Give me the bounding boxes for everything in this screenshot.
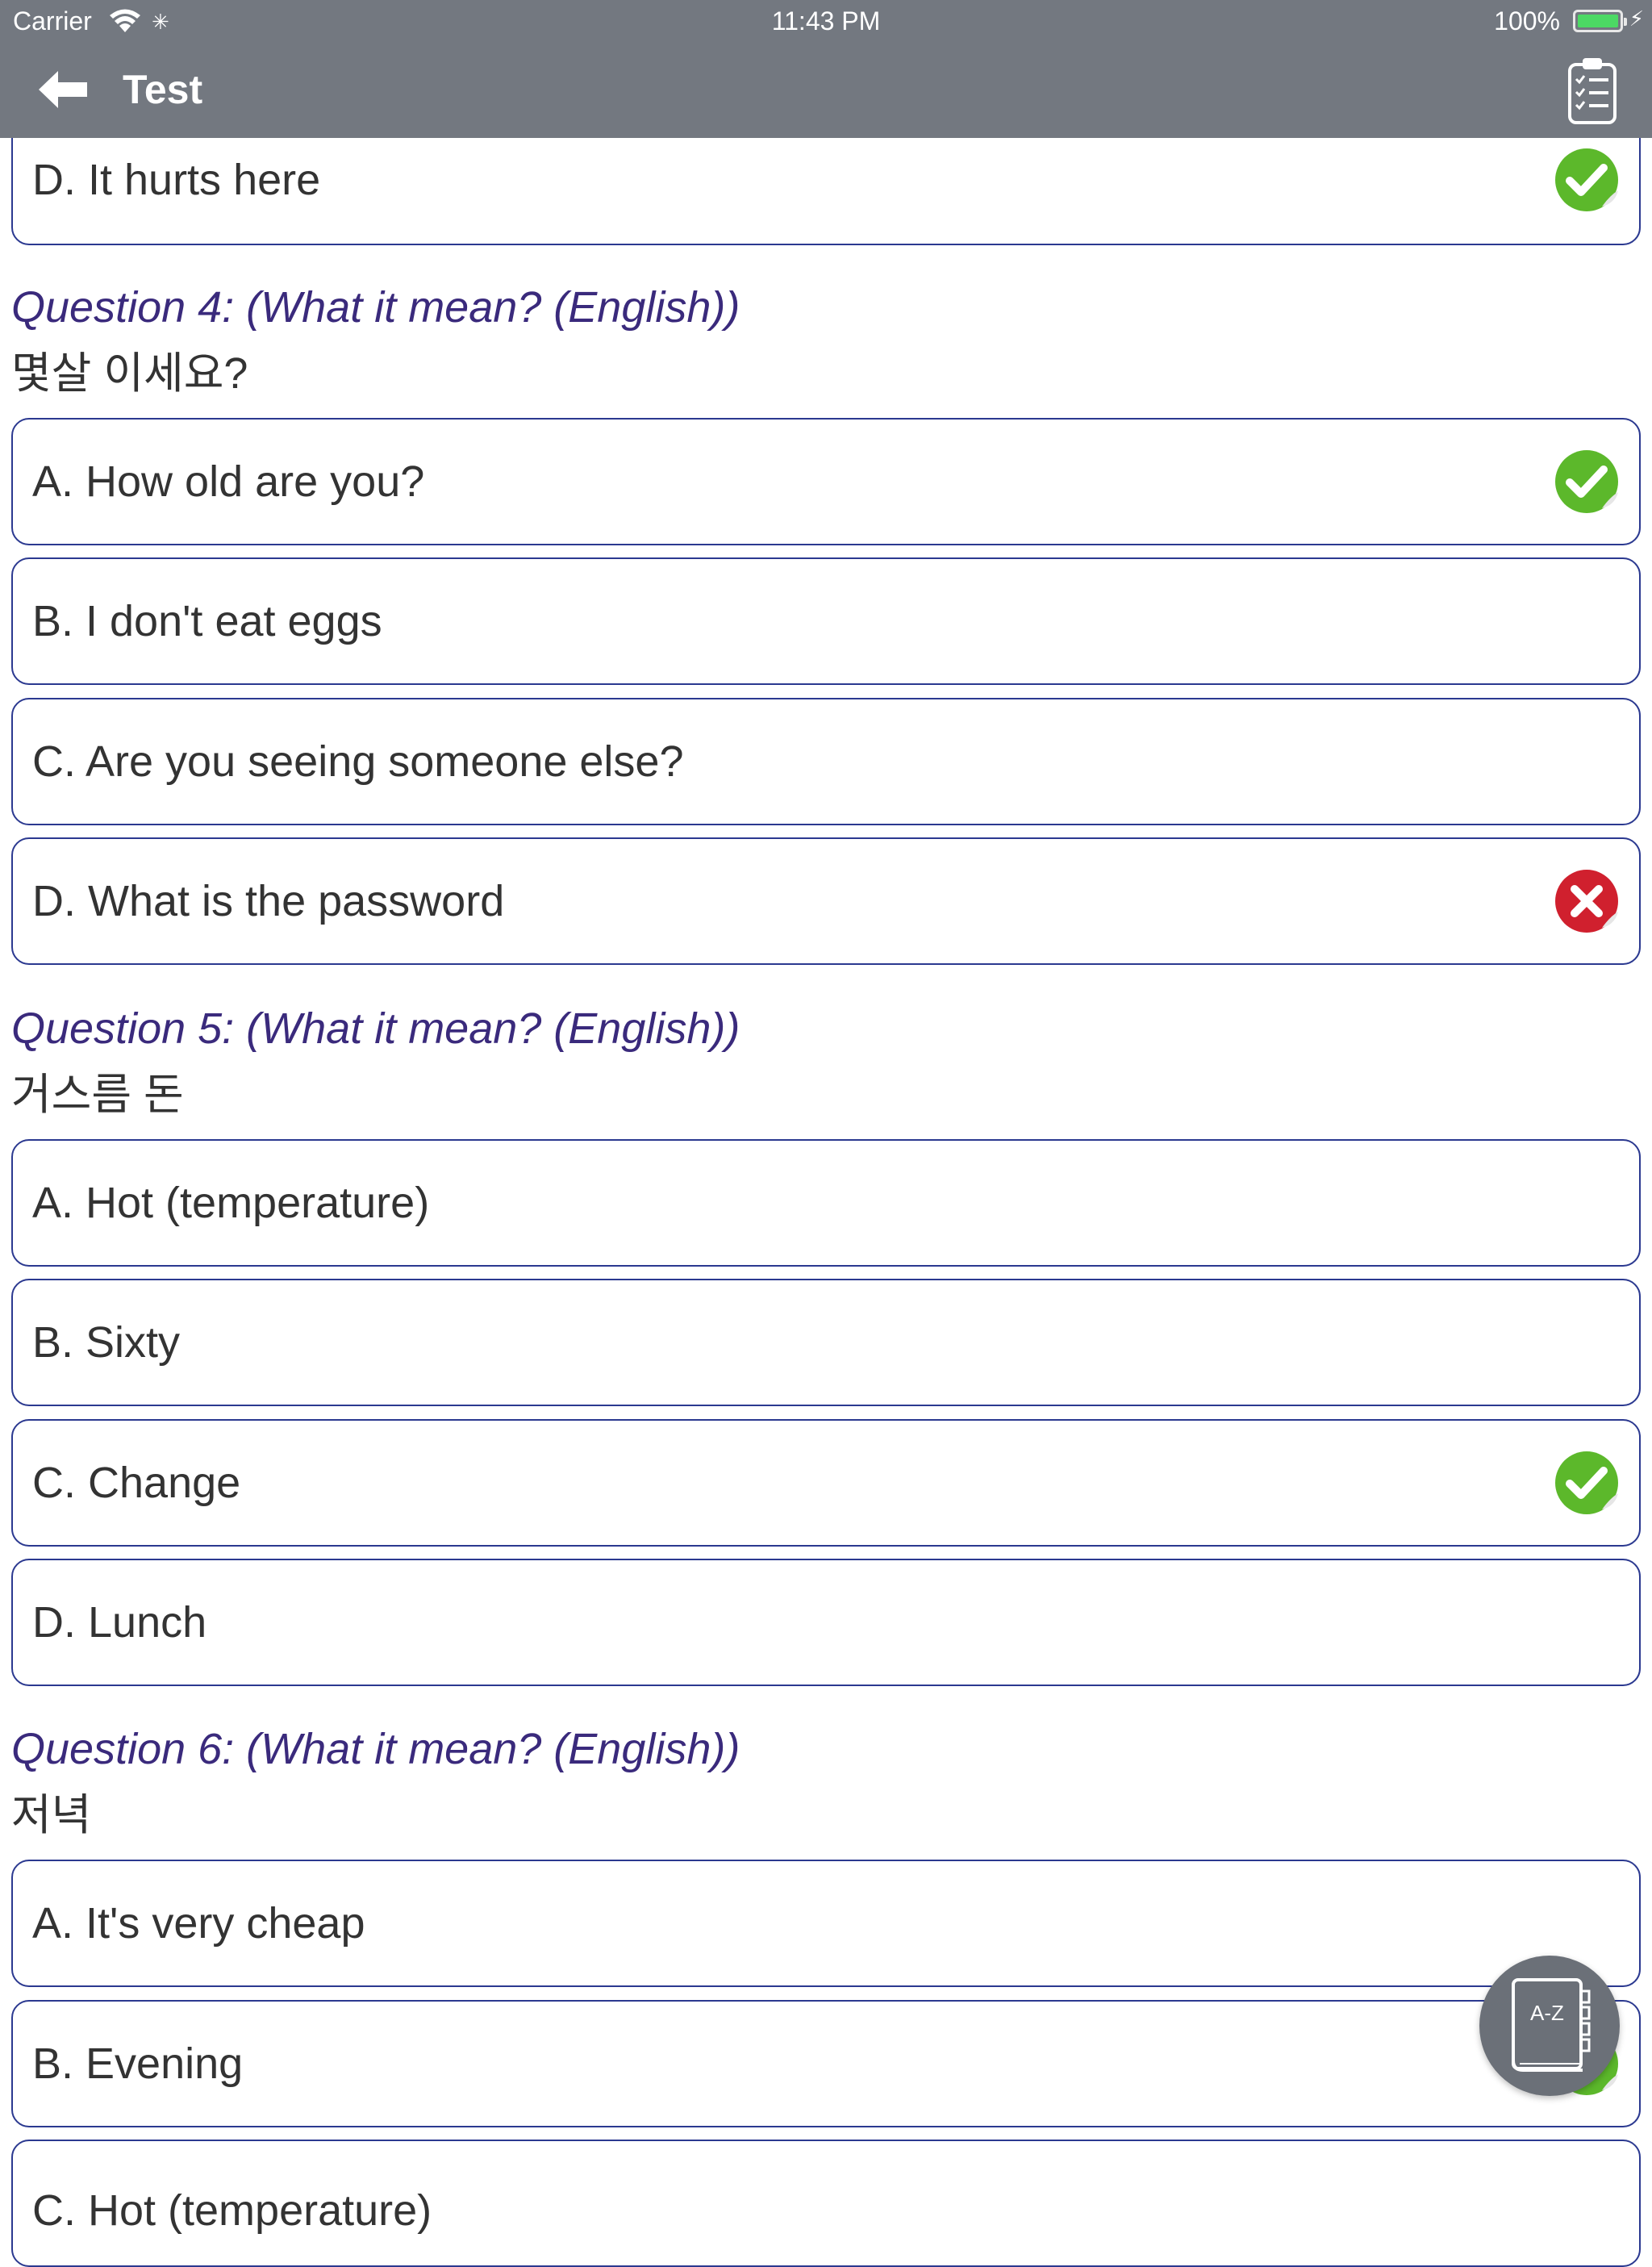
answer-label: B. Evening [32, 2039, 244, 2088]
answer-label: A. It's very cheap [32, 1899, 365, 1948]
answer-label: A. How old are you? [32, 457, 425, 506]
answer-option[interactable]: D. What is the password [11, 837, 1641, 965]
answer-option[interactable]: D. Lunch [11, 1559, 1641, 1686]
clock: 11:43 PM [771, 6, 881, 35]
question-prompt: 거스름 돈 [11, 1071, 184, 1119]
answer-option[interactable]: B. I don't eat eggs [11, 557, 1641, 685]
dictionary-button[interactable]: A-Z [1479, 1956, 1620, 2096]
answer-label: D. What is the password [32, 877, 505, 925]
question-prompt: 저녁 [11, 1791, 92, 1839]
answer-label: A. Hot (temperature) [32, 1179, 430, 1227]
answer-label: C. Are you seeing someone else? [32, 737, 684, 786]
answer-label: D. It hurts here [32, 156, 321, 204]
answer-option[interactable]: B. Evening [11, 2000, 1641, 2127]
answer-label: D. Lunch [32, 1598, 207, 1647]
question-title: Question 6: (What it mean? (English)) [11, 1725, 740, 1773]
question-title: Question 4: (What it mean? (English)) [11, 283, 740, 332]
answer-option[interactable]: A. Hot (temperature) [11, 1139, 1641, 1267]
answer-option[interactable]: C. Are you seeing someone else? [11, 698, 1641, 825]
nav-bar: Test [0, 45, 1652, 138]
correct-check-icon [1555, 450, 1618, 513]
answer-option[interactable]: C. Hot (temperature) [11, 2140, 1641, 2267]
status-bar: Carrier ✳ 11:43 PM 100% ⚡ [0, 0, 1652, 45]
answer-option[interactable]: A. It's very cheap [11, 1860, 1641, 1987]
answer-option[interactable]: A. How old are you? [11, 418, 1641, 545]
answer-label: B. Sixty [32, 1318, 181, 1367]
charging-icon: ⚡ [1629, 6, 1644, 31]
top-bar: Carrier ✳ 11:43 PM 100% ⚡ Test [0, 0, 1652, 138]
correct-check-icon [1555, 148, 1618, 211]
dictionary-book-icon: A-Z [1512, 1978, 1591, 2072]
answer-option[interactable]: C. Change [11, 1419, 1641, 1547]
clipboard-checklist-icon[interactable] [1566, 56, 1618, 124]
question-prompt: 몇살 이세요? [11, 349, 248, 398]
dictionary-label: A-Z [1530, 2001, 1564, 2025]
wrong-x-icon [1555, 870, 1618, 933]
question-title: Question 5: (What it mean? (English)) [11, 1004, 740, 1053]
answer-label: C. Hot (temperature) [32, 2186, 432, 2235]
page-title: Test [123, 67, 203, 112]
answer-label: C. Change [32, 1459, 241, 1507]
battery-icon [1573, 10, 1627, 32]
back-arrow-icon[interactable] [37, 69, 89, 110]
answer-option[interactable]: B. Sixty [11, 1279, 1641, 1406]
answer-label: B. I don't eat eggs [32, 597, 382, 645]
battery-percent: 100% [1494, 6, 1560, 35]
correct-check-icon [1555, 1451, 1618, 1514]
